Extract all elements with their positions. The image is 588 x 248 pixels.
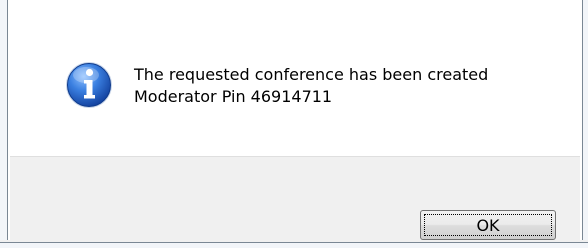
ok-button[interactable]: OK: [420, 210, 556, 240]
ok-button-label: OK: [424, 214, 552, 236]
information-icon: [66, 62, 112, 108]
dialog-border-bottom: [0, 240, 588, 248]
message-line-2: Moderator Pin 46914711: [134, 87, 333, 106]
dialog-border-right: [580, 0, 588, 248]
dialog-border-left: [0, 0, 10, 248]
message-dialog: The requested conference has been create…: [0, 0, 588, 248]
message-text: The requested conference has been create…: [134, 64, 488, 108]
message-line-1: The requested conference has been create…: [134, 65, 489, 84]
